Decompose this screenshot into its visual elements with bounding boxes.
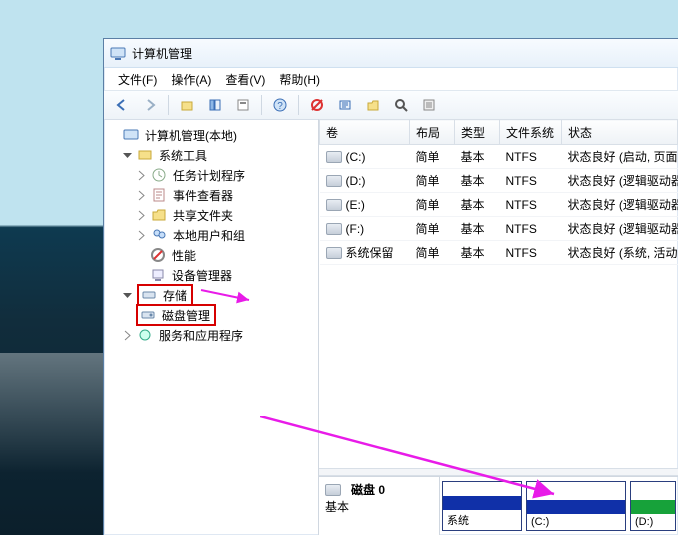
help-button[interactable]: ? bbox=[268, 93, 292, 117]
list-spacer bbox=[319, 265, 678, 468]
detail-pane: 卷 布局 类型 文件系统 状态 (C:)简单基本NTFS状态良好 (启动, 页面… bbox=[319, 119, 678, 535]
shared-folder-icon bbox=[151, 207, 167, 223]
disk-label: 磁盘 0 bbox=[351, 481, 385, 498]
volume-row[interactable]: (C:)简单基本NTFS状态良好 (启动, 页面 bbox=[320, 145, 678, 169]
services-icon bbox=[137, 327, 153, 343]
volume-row[interactable]: (E:)简单基本NTFS状态良好 (逻辑驱动器 bbox=[320, 193, 678, 217]
open-button[interactable] bbox=[361, 93, 385, 117]
tree-shared-folders-label: 共享文件夹 bbox=[171, 207, 235, 224]
expander-expand-icon[interactable] bbox=[136, 170, 147, 181]
tree-storage[interactable]: 存储 bbox=[108, 285, 314, 305]
app-icon bbox=[110, 45, 126, 61]
menu-file[interactable]: 文件(F) bbox=[112, 69, 163, 90]
diskmgmt-highlight: 磁盘管理 bbox=[136, 304, 216, 326]
disk-icon bbox=[140, 307, 156, 323]
tree-performance-label: 性能 bbox=[170, 247, 198, 264]
nav-tree[interactable]: 计算机管理(本地) 系统工具 任务计划程序 事件查看器 共享文件夹 bbox=[104, 119, 319, 535]
refresh-button[interactable] bbox=[333, 93, 357, 117]
disk-header[interactable]: 磁盘 0 基本 bbox=[319, 477, 440, 535]
content-area: 计算机管理(本地) 系统工具 任务计划程序 事件查看器 共享文件夹 bbox=[104, 119, 678, 535]
event-icon bbox=[151, 187, 167, 203]
up-button[interactable] bbox=[175, 93, 199, 117]
show-hide-tree-button[interactable] bbox=[203, 93, 227, 117]
settings-button[interactable] bbox=[417, 93, 441, 117]
toolbar-sep bbox=[168, 95, 169, 115]
col-status[interactable]: 状态 bbox=[562, 120, 678, 145]
tree-device-manager[interactable]: 设备管理器 bbox=[108, 265, 314, 285]
tree-disk-management[interactable]: 磁盘管理 bbox=[108, 305, 314, 325]
tree-shared-folders[interactable]: 共享文件夹 bbox=[108, 205, 314, 225]
titlebar[interactable]: 计算机管理 bbox=[104, 39, 678, 68]
toolbar-sep-2 bbox=[261, 95, 262, 115]
back-button[interactable] bbox=[110, 93, 134, 117]
performance-icon bbox=[150, 247, 166, 263]
partition[interactable]: (D:) bbox=[630, 481, 676, 531]
partition[interactable]: 系统 bbox=[442, 481, 522, 531]
expander-expand-icon[interactable] bbox=[136, 190, 147, 201]
volume-row[interactable]: (F:)简单基本NTFS状态良好 (逻辑驱动器 bbox=[320, 217, 678, 241]
col-layout[interactable]: 布局 bbox=[410, 120, 455, 145]
device-icon bbox=[150, 267, 166, 283]
volume-row[interactable]: 系统保留简单基本NTFS状态良好 (系统, 活动 bbox=[320, 241, 678, 265]
tree-local-users-label: 本地用户和组 bbox=[171, 227, 247, 244]
tree-device-manager-label: 设备管理器 bbox=[170, 267, 234, 284]
menubar: 文件(F) 操作(A) 查看(V) 帮助(H) bbox=[104, 68, 678, 91]
computer-icon bbox=[123, 127, 139, 143]
svg-text:?: ? bbox=[277, 101, 283, 112]
tree-event-viewer-label: 事件查看器 bbox=[171, 187, 235, 204]
drive-icon bbox=[326, 151, 342, 163]
drive-icon bbox=[326, 175, 342, 187]
disk-kind: 基本 bbox=[325, 498, 433, 515]
tree-storage-label: 存储 bbox=[161, 287, 189, 304]
tree-event-viewer[interactable]: 事件查看器 bbox=[108, 185, 314, 205]
partition[interactable]: (C:) bbox=[526, 481, 626, 531]
disk-map: 磁盘 0 基本 系统(C:)(D:) bbox=[319, 476, 678, 535]
expander-expand-icon[interactable] bbox=[122, 330, 133, 341]
drive-icon bbox=[326, 199, 342, 211]
partition-strip: 系统(C:)(D:) bbox=[440, 477, 678, 535]
drive-icon bbox=[325, 484, 341, 496]
tree-local-users[interactable]: 本地用户和组 bbox=[108, 225, 314, 245]
expander-expand-icon[interactable] bbox=[136, 230, 147, 241]
toolbar: ? bbox=[104, 91, 678, 120]
storage-highlight: 存储 bbox=[137, 284, 193, 306]
users-icon bbox=[151, 227, 167, 243]
menu-action[interactable]: 操作(A) bbox=[165, 69, 217, 90]
menu-help[interactable]: 帮助(H) bbox=[273, 69, 326, 90]
expander-collapse-icon[interactable] bbox=[122, 150, 133, 161]
volume-list[interactable]: 卷 布局 类型 文件系统 状态 (C:)简单基本NTFS状态良好 (启动, 页面… bbox=[319, 119, 678, 265]
col-volume[interactable]: 卷 bbox=[320, 120, 410, 145]
tree-services-apps[interactable]: 服务和应用程序 bbox=[108, 325, 314, 345]
properties-button[interactable] bbox=[231, 93, 255, 117]
tree-services-apps-label: 服务和应用程序 bbox=[157, 327, 245, 344]
window-title: 计算机管理 bbox=[132, 45, 192, 62]
computer-management-window: 计算机管理 文件(F) 操作(A) 查看(V) 帮助(H) ? 计算机管理(本地… bbox=[103, 38, 678, 535]
tree-system-tools[interactable]: 系统工具 bbox=[108, 145, 314, 165]
col-type[interactable]: 类型 bbox=[455, 120, 500, 145]
tree-task-scheduler[interactable]: 任务计划程序 bbox=[108, 165, 314, 185]
drive-icon bbox=[326, 247, 342, 259]
tree-performance[interactable]: 性能 bbox=[108, 245, 314, 265]
volume-row[interactable]: (D:)简单基本NTFS状态良好 (逻辑驱动器 bbox=[320, 169, 678, 193]
drive-icon bbox=[326, 223, 342, 235]
tree-root[interactable]: 计算机管理(本地) bbox=[108, 125, 314, 145]
tree-disk-management-label: 磁盘管理 bbox=[160, 307, 212, 324]
annotation-arrow-short-icon bbox=[199, 286, 255, 304]
find-button[interactable] bbox=[389, 93, 413, 117]
horizontal-splitter[interactable] bbox=[319, 468, 678, 476]
action-button[interactable] bbox=[305, 93, 329, 117]
expander-icon[interactable] bbox=[108, 130, 119, 141]
tree-task-scheduler-label: 任务计划程序 bbox=[171, 167, 247, 184]
tree-system-tools-label: 系统工具 bbox=[157, 147, 209, 164]
menu-view[interactable]: 查看(V) bbox=[219, 69, 271, 90]
clock-icon bbox=[151, 167, 167, 183]
tools-icon bbox=[137, 147, 153, 163]
storage-icon bbox=[141, 287, 157, 303]
expander-expand-icon[interactable] bbox=[136, 210, 147, 221]
expander-collapse-icon[interactable] bbox=[122, 290, 133, 301]
col-filesystem[interactable]: 文件系统 bbox=[500, 120, 562, 145]
forward-button[interactable] bbox=[138, 93, 162, 117]
toolbar-sep-3 bbox=[298, 95, 299, 115]
tree-root-label: 计算机管理(本地) bbox=[143, 127, 239, 144]
